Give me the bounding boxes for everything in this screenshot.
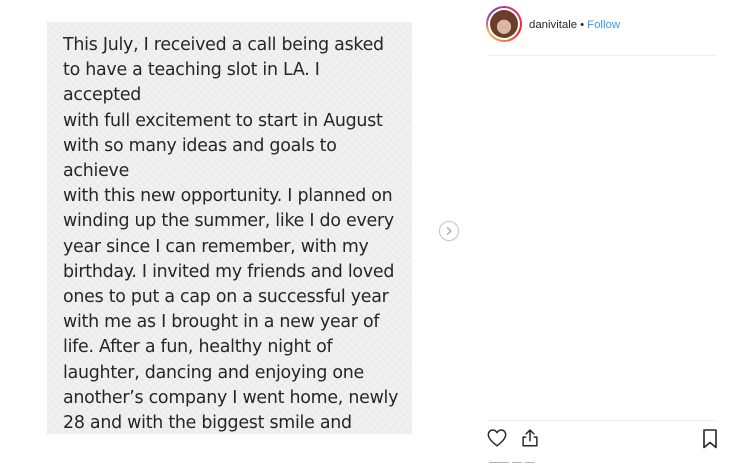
chevron-right-icon: [446, 227, 452, 235]
next-slide-button[interactable]: [439, 221, 459, 241]
actions-divider: [488, 420, 717, 421]
avatar[interactable]: [486, 6, 522, 42]
avatar-ring: [488, 8, 520, 40]
username-link[interactable]: danivitale: [529, 19, 577, 31]
follow-button[interactable]: Follow: [587, 19, 620, 31]
likes-count-partial: ―― ― ―: [489, 457, 535, 468]
separator-dot: •: [580, 19, 585, 31]
header-divider: [488, 55, 717, 56]
share-icon[interactable]: [519, 427, 541, 449]
avatar-photo: [490, 10, 518, 38]
post-image-text: This July, I received a call being asked…: [63, 35, 399, 434]
post-image[interactable]: This July, I received a call being asked…: [47, 22, 412, 434]
heart-icon[interactable]: [486, 427, 508, 449]
bookmark-icon[interactable]: [700, 428, 720, 450]
post-header: danivitale • Follow: [529, 18, 620, 32]
